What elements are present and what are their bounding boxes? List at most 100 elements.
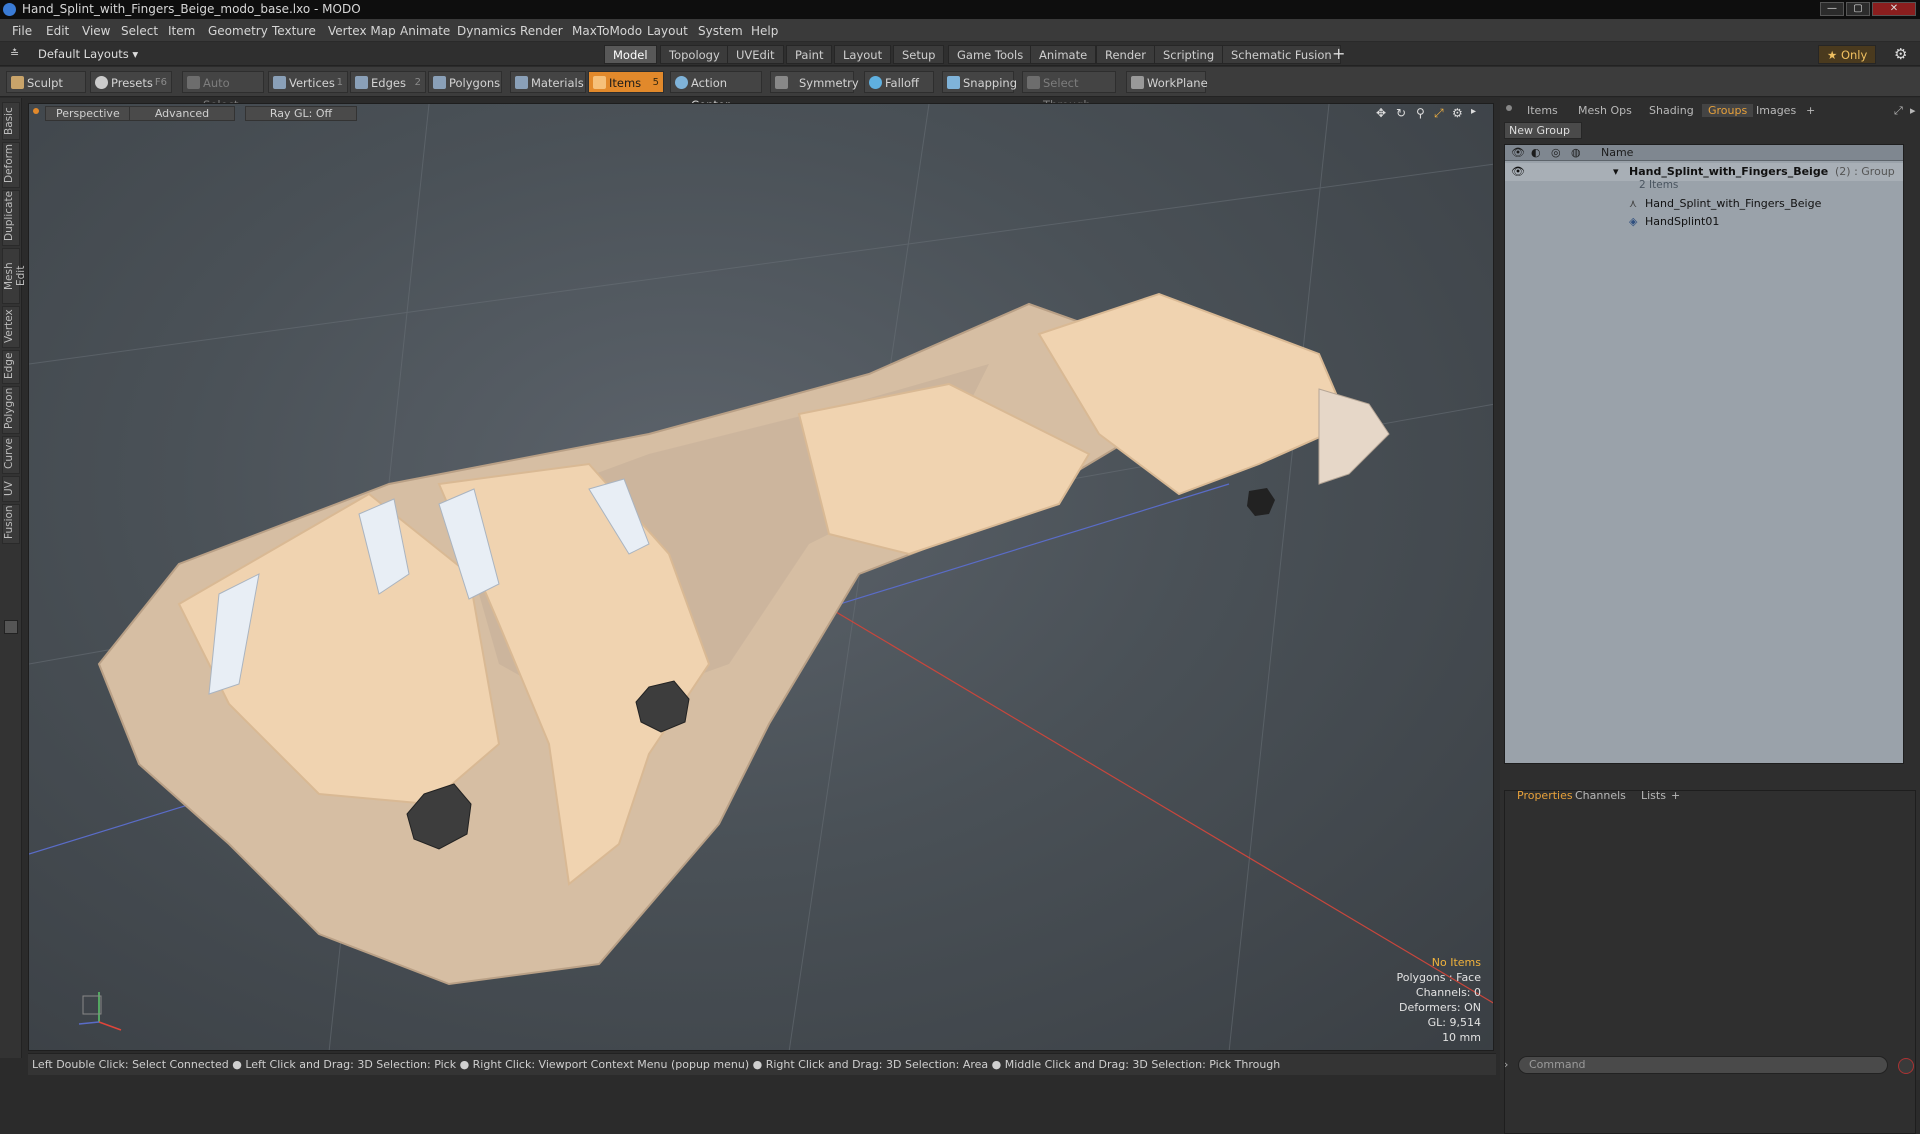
menu-select[interactable]: Select xyxy=(121,24,158,38)
menu-dynamics[interactable]: Dynamics xyxy=(457,24,516,38)
action-center-button[interactable]: Action Center xyxy=(670,71,762,112)
main-toolbar: Sculpt PresetsF6 Auto Select Vertices1 E… xyxy=(0,67,1920,112)
menu-edit[interactable]: Edit xyxy=(46,24,69,38)
falloff-button[interactable]: Falloff xyxy=(864,71,934,93)
3d-viewport[interactable]: Perspective Advanced Ray GL: Off ✥ ↻ ⚲ ⤢… xyxy=(28,103,1494,1051)
menu-geometry[interactable]: Geometry xyxy=(208,24,268,38)
menu-vertex-map[interactable]: Vertex Map xyxy=(328,24,396,38)
render-column-icon[interactable]: ◐ xyxy=(1531,146,1541,159)
tab-animate[interactable]: Animate xyxy=(1030,45,1097,64)
tab-duplicate[interactable]: Duplicate xyxy=(2,190,20,246)
visibility-column-icon[interactable]: 👁 xyxy=(1511,146,1525,159)
falloff-label: Falloff xyxy=(885,76,919,90)
tab-setup[interactable]: Setup xyxy=(893,45,945,64)
add-tab-icon[interactable]: + xyxy=(1332,44,1345,63)
menu-layout[interactable]: Layout xyxy=(647,24,688,38)
command-input[interactable]: Command xyxy=(1518,1056,1888,1074)
list-item[interactable]: ◈ HandSplint01 xyxy=(1505,213,1903,231)
tab-uvedit[interactable]: UVEdit xyxy=(727,45,784,64)
tab-mesh-ops[interactable]: Mesh Ops xyxy=(1578,104,1632,117)
tab-items[interactable]: Items xyxy=(1527,104,1558,117)
presets-button[interactable]: Presets F6 xyxy=(90,71,172,93)
panel-expand-icon[interactable]: ⤢ xyxy=(1894,104,1903,118)
tab-uv[interactable]: UV xyxy=(2,476,20,502)
tab-channels[interactable]: Channels xyxy=(1575,789,1626,802)
tab-polygon[interactable]: Polygon xyxy=(2,386,20,434)
tab-groups[interactable]: Groups xyxy=(1702,104,1754,117)
menu-render[interactable]: Render xyxy=(520,24,563,38)
name-column-header[interactable]: Name xyxy=(1601,146,1633,159)
presets-label: Presets xyxy=(111,76,153,90)
select-column-icon[interactable]: ◍ xyxy=(1571,146,1581,159)
menu-item[interactable]: Item xyxy=(168,24,195,38)
command-run-icon[interactable] xyxy=(1898,1058,1914,1074)
symmetry-button[interactable]: Symmetry xyxy=(770,71,859,93)
group-visibility-icon[interactable]: 👁 xyxy=(1511,165,1525,178)
tab-render[interactable]: Render xyxy=(1096,45,1155,64)
tab-lists[interactable]: Lists xyxy=(1641,789,1666,802)
menu-maxtomodo[interactable]: MaxToModo xyxy=(572,24,642,38)
edges-shortcut: 2 xyxy=(414,77,421,88)
sculpt-button[interactable]: Sculpt xyxy=(6,71,86,93)
menu-system[interactable]: System xyxy=(698,24,743,38)
tab-basic[interactable]: Basic xyxy=(2,102,20,140)
workplane-button[interactable]: WorkPlane xyxy=(1126,71,1208,93)
list-item-label: HandSplint01 xyxy=(1645,215,1720,228)
select-through-button[interactable]: Select Through xyxy=(1022,71,1116,112)
menu-file[interactable]: File xyxy=(12,24,32,38)
group-meta: (2) : Group xyxy=(1835,165,1895,178)
tab-paint[interactable]: Paint xyxy=(786,45,833,64)
tab-topology[interactable]: Topology xyxy=(660,45,729,64)
menu-animate[interactable]: Animate xyxy=(400,24,450,38)
tab-schematic-fusion[interactable]: Schematic Fusion xyxy=(1222,45,1341,64)
new-group-button[interactable]: New Group xyxy=(1504,122,1582,139)
gear-icon[interactable]: ⚙ xyxy=(1894,45,1907,63)
right-panel: Items Mesh Ops Shading Groups Images + ⤢… xyxy=(1500,98,1920,1134)
tab-fusion[interactable]: Fusion xyxy=(2,504,20,544)
tab-game-tools[interactable]: Game Tools xyxy=(948,45,1033,64)
menu-view[interactable]: View xyxy=(82,24,110,38)
minimize-button[interactable]: — xyxy=(1820,2,1844,16)
tab-shading[interactable]: Shading xyxy=(1649,104,1694,117)
polygons-button[interactable]: Polygons xyxy=(428,71,502,93)
tab-layout[interactable]: Layout xyxy=(834,45,892,64)
group-item-count: 2 Items xyxy=(1639,179,1679,191)
add-panel-tab-icon[interactable]: + xyxy=(1806,104,1815,117)
auto-select-button[interactable]: Auto Select xyxy=(182,71,264,112)
tab-images[interactable]: Images xyxy=(1756,104,1796,117)
sculpt-icon xyxy=(11,76,24,89)
list-item-label: Hand_Splint_with_Fingers_Beige xyxy=(1645,197,1822,210)
tab-edge[interactable]: Edge xyxy=(2,350,20,384)
tab-scripting[interactable]: Scripting xyxy=(1154,45,1224,64)
auto-select-icon xyxy=(187,76,200,89)
select-through-icon xyxy=(1027,76,1040,89)
edges-button[interactable]: Edges 2 xyxy=(350,71,426,93)
close-button[interactable]: ✕ xyxy=(1872,2,1916,16)
default-layouts-dropdown[interactable]: Default Layouts ▾ xyxy=(38,47,138,61)
items-button[interactable]: Items 5 xyxy=(588,71,664,93)
lock-column-icon[interactable]: ◎ xyxy=(1551,146,1561,159)
menu-texture[interactable]: Texture xyxy=(272,24,316,38)
materials-button[interactable]: Materials xyxy=(510,71,586,93)
tab-properties[interactable]: Properties xyxy=(1517,789,1573,802)
tab-mesh-edit[interactable]: Mesh Edit xyxy=(2,248,27,304)
items-label: Items xyxy=(609,76,642,90)
vertices-button[interactable]: Vertices 1 xyxy=(268,71,348,93)
tab-curve[interactable]: Curve xyxy=(2,436,20,474)
layout-tab-bar: ≛ Default Layouts ▾ Model Topology UVEdi… xyxy=(0,42,1920,66)
maximize-button[interactable]: ▢ xyxy=(1846,2,1870,16)
tab-model[interactable]: Model xyxy=(604,45,657,64)
add-bottom-tab-icon[interactable]: + xyxy=(1671,789,1680,802)
presets-icon xyxy=(95,76,108,89)
group-folder-icon: ▾ xyxy=(1613,165,1619,178)
only-toggle[interactable]: ★ Only xyxy=(1818,45,1877,64)
menu-help[interactable]: Help xyxy=(751,24,778,38)
panel-toggle-button[interactable] xyxy=(4,620,18,634)
layout-menu-icon[interactable]: ≛ xyxy=(10,47,19,60)
tab-deform[interactable]: Deform xyxy=(2,142,20,188)
snapping-button[interactable]: Snapping xyxy=(942,71,1017,93)
tab-vertex[interactable]: Vertex xyxy=(2,306,20,348)
hud-deformers: Deformers: ON xyxy=(1399,1001,1481,1014)
panel-menu-icon[interactable]: ▸ xyxy=(1910,104,1916,117)
list-item[interactable]: ⋏ Hand_Splint_with_Fingers_Beige xyxy=(1505,195,1903,213)
